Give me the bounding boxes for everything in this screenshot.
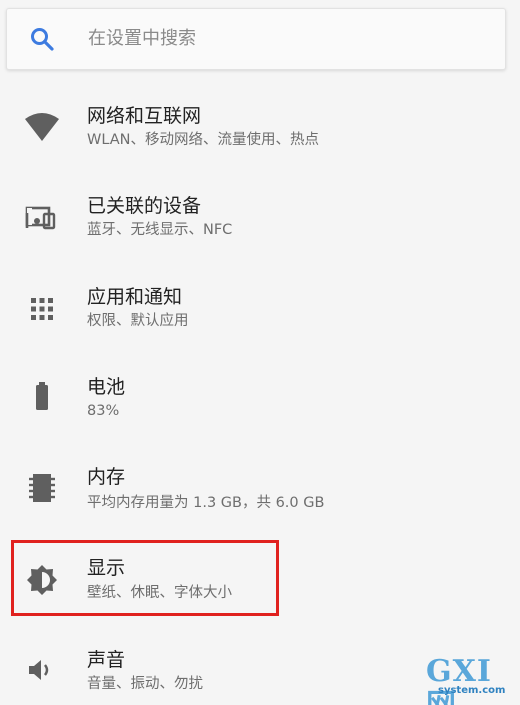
settings-item-memory[interactable]: 内存 平均内存用量为 1.3 GB，共 6.0 GB xyxy=(0,448,520,534)
settings-item-network[interactable]: 网络和互联网 WLAN、移动网络、流量使用、热点 xyxy=(0,84,520,170)
watermark-brand: GXI网 xyxy=(426,654,492,705)
search-icon xyxy=(29,26,55,52)
watermark-domain: system.com xyxy=(438,685,506,696)
settings-item-title: 声音 xyxy=(87,649,126,671)
battery-icon xyxy=(24,379,60,415)
settings-item-connected-devices[interactable]: 已关联的设备 蓝牙、无线显示、NFC xyxy=(0,175,520,261)
settings-item-subtitle: 音量、振动、勿扰 xyxy=(87,676,203,692)
settings-item-title: 网络和互联网 xyxy=(87,105,202,127)
settings-item-subtitle: 83% xyxy=(87,403,120,419)
memory-chip-icon xyxy=(24,470,60,506)
search-bar[interactable]: 在设置中搜索 xyxy=(6,8,506,70)
settings-item-display[interactable]: 显示 壁纸、休眠、字体大小 xyxy=(0,539,520,625)
watermark-logo: GXI网 system.com xyxy=(420,654,518,705)
settings-item-battery[interactable]: 电池 83% xyxy=(0,357,520,443)
settings-item-apps[interactable]: 应用和通知 权限、默认应用 xyxy=(0,266,520,352)
settings-item-title: 电池 xyxy=(87,376,126,398)
settings-item-title: 已关联的设备 xyxy=(87,195,202,217)
settings-item-subtitle: WLAN、移动网络、流量使用、热点 xyxy=(87,132,320,148)
apps-grid-icon xyxy=(24,291,60,327)
settings-item-subtitle: 蓝牙、无线显示、NFC xyxy=(87,222,233,238)
settings-screen: 在设置中搜索 网络和互联网 WLAN、移动网络、流量使用、热点 已关联的设备 蓝… xyxy=(0,0,520,705)
settings-item-subtitle: 平均内存用量为 1.3 GB，共 6.0 GB xyxy=(87,495,325,511)
wifi-icon xyxy=(24,109,60,145)
settings-item-title: 应用和通知 xyxy=(87,286,183,308)
connected-devices-icon xyxy=(24,202,60,238)
volume-icon xyxy=(24,652,60,688)
brightness-icon xyxy=(24,562,60,598)
search-placeholder: 在设置中搜索 xyxy=(88,28,196,49)
settings-item-subtitle: 壁纸、休眠、字体大小 xyxy=(87,585,232,601)
settings-item-title: 内存 xyxy=(87,466,126,488)
settings-item-title: 显示 xyxy=(87,557,126,579)
settings-item-subtitle: 权限、默认应用 xyxy=(87,313,189,329)
